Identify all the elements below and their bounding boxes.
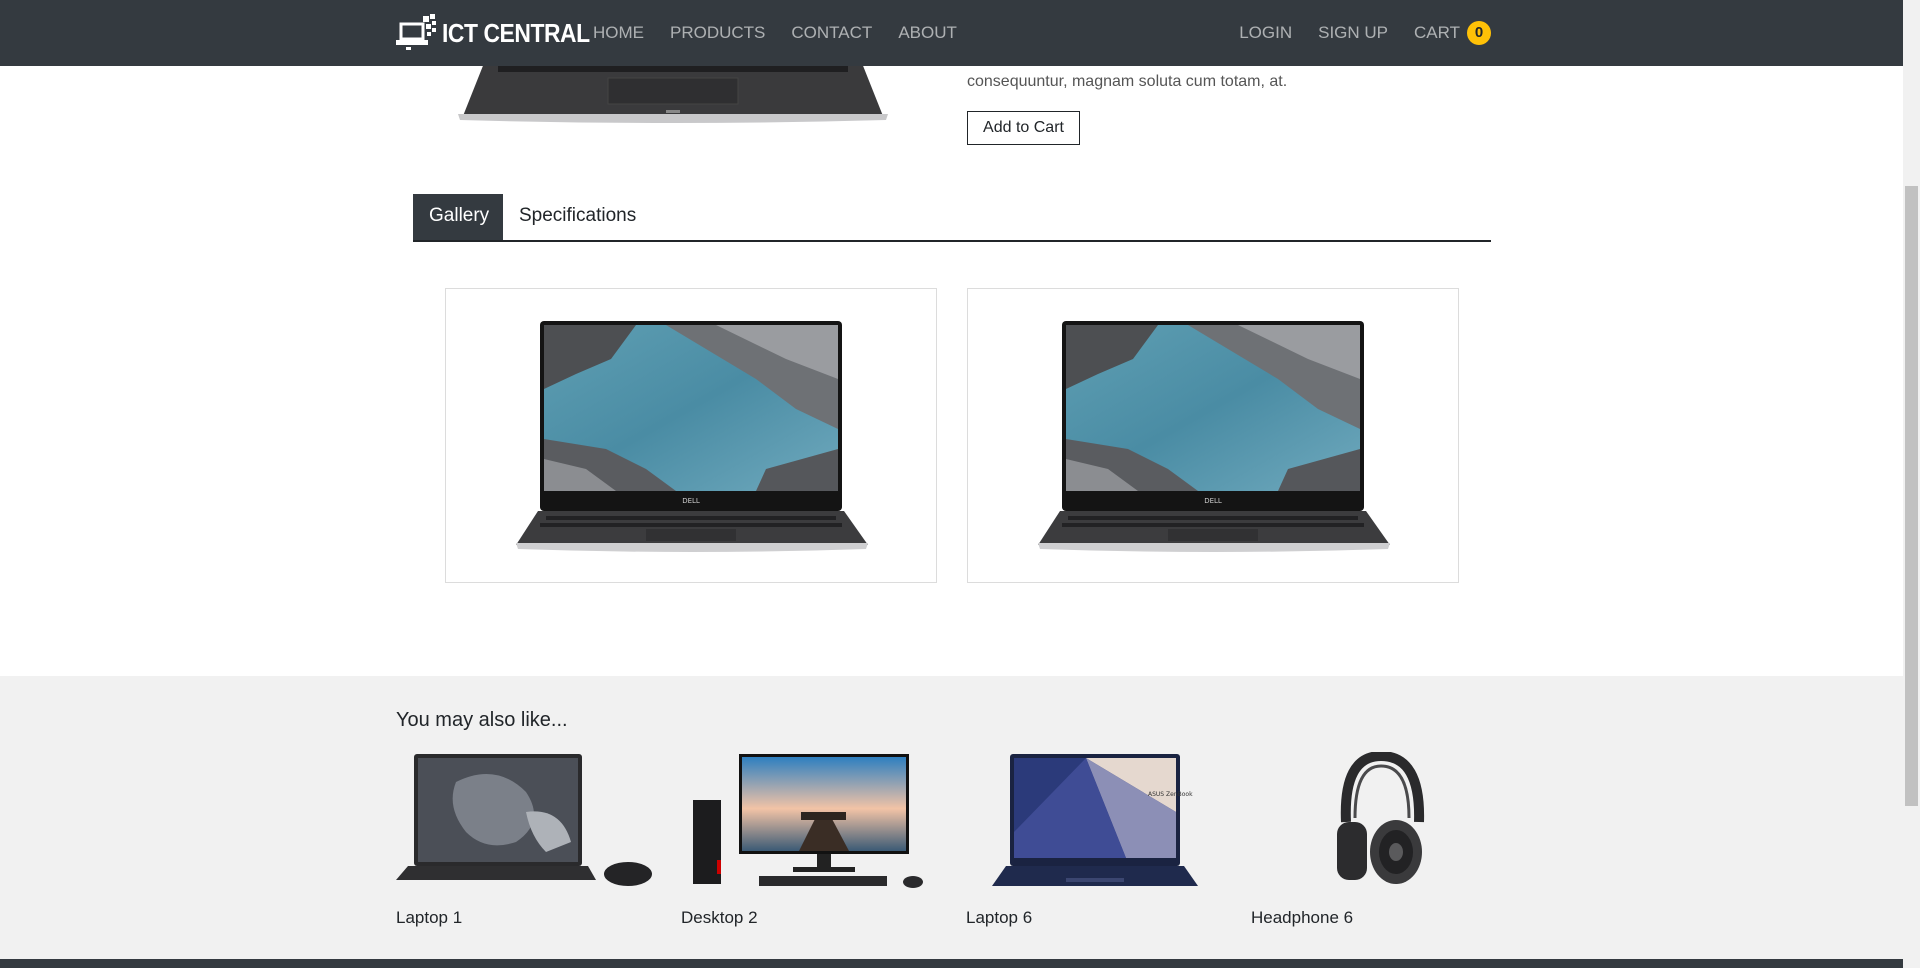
laptop-dark-thumbnail <box>396 754 652 886</box>
desktop-thumbnail <box>693 754 923 888</box>
nav-about[interactable]: ABOUT <box>898 23 957 43</box>
svg-text:DELL: DELL <box>682 497 700 505</box>
svg-text:ASUS ZenBook: ASUS ZenBook <box>1148 791 1193 798</box>
recommendation-card-laptop-1[interactable]: Laptop 1 <box>396 752 656 932</box>
recommendation-name: Laptop 6 <box>966 908 1033 927</box>
nav-contact[interactable]: CONTACT <box>791 23 872 43</box>
nav-login[interactable]: LOGIN <box>1239 23 1292 43</box>
product-tabs: Gallery Specifications <box>413 194 1491 242</box>
recommendation-card-headphone-6[interactable]: Headphone 6 <box>1251 752 1511 932</box>
nav-cart[interactable]: CART 0 <box>1414 21 1491 45</box>
recommendation-name: Desktop 2 <box>681 908 758 927</box>
nav-products[interactable]: PRODUCTS <box>670 23 765 43</box>
brand[interactable]: ICT CENTRAL <box>396 13 610 53</box>
recommendations-section <box>0 676 1903 959</box>
recommendation-card-desktop-2[interactable]: Desktop 2 <box>681 752 941 932</box>
laptop-blue-thumbnail: ASUS ZenBook <box>992 754 1198 886</box>
tab-gallery[interactable]: Gallery <box>413 194 503 240</box>
recommendation-name: Headphone 6 <box>1251 908 1354 927</box>
scrollbar-thumb[interactable] <box>1905 186 1918 806</box>
gallery-image-2[interactable]: DELL <box>967 288 1459 583</box>
recommendation-card-laptop-6[interactable]: ASUS ZenBook Laptop 6 <box>966 752 1226 932</box>
page-scrollbar[interactable] <box>1903 0 1920 968</box>
laptop-logo-icon <box>396 14 436 50</box>
laptop-image: DELL <box>516 321 868 552</box>
brand-name: ICT CENTRAL <box>442 17 590 48</box>
product-description: consequuntur, magnam soluta cum totam, a… <box>967 73 1288 90</box>
nav-home[interactable]: HOME <box>593 23 644 43</box>
add-to-cart-button[interactable]: Add to Cart <box>967 111 1080 145</box>
laptop-image: DELL <box>1038 321 1390 552</box>
cart-count-badge: 0 <box>1467 21 1491 45</box>
cart-label: CART <box>1414 23 1460 42</box>
headphones-thumbnail <box>1337 752 1425 884</box>
gallery-image-1[interactable]: DELL <box>445 288 937 583</box>
account-nav: LOGIN SIGN UP CART 0 <box>1213 0 1491 66</box>
footer <box>0 959 1903 968</box>
top-navbar: ICT CENTRAL HOME PRODUCTS CONTACT ABOUT … <box>0 0 1903 66</box>
recommendations-title: You may also like... <box>396 709 568 731</box>
tab-specifications[interactable]: Specifications <box>503 194 652 240</box>
svg-text:DELL: DELL <box>1204 497 1222 505</box>
nav-signup[interactable]: SIGN UP <box>1318 23 1388 43</box>
recommendation-name: Laptop 1 <box>396 908 463 927</box>
primary-nav: HOME PRODUCTS CONTACT ABOUT <box>593 0 983 66</box>
